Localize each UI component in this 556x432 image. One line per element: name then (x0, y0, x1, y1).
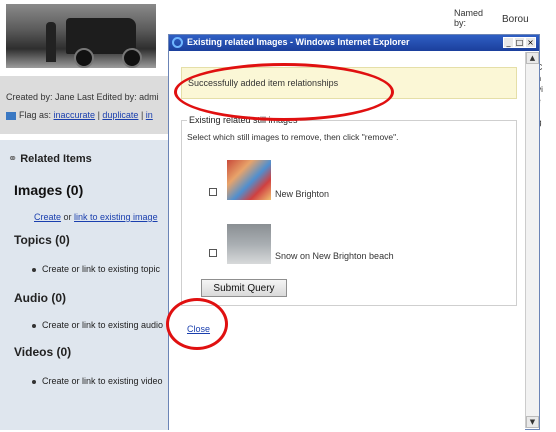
flag-inappropriate-link[interactable]: in (146, 110, 153, 120)
image-label-snow-beach: Snow on New Brighton beach (275, 251, 394, 261)
thumbnail-snow-beach[interactable] (227, 224, 271, 264)
annotation-circle-success (174, 63, 394, 121)
flag-inaccurate-link[interactable]: inaccurate (54, 110, 96, 120)
truck-photo (6, 4, 156, 68)
videos-list-item[interactable]: Create or link to existing video (32, 376, 163, 386)
videos-item-text: Create or link to existing video (42, 376, 163, 386)
named-label-line1: Named (454, 8, 484, 18)
bullet (32, 379, 36, 384)
remove-checkbox-snow-beach[interactable] (209, 249, 217, 257)
bullet (32, 267, 36, 272)
named-label-line2: by: (454, 18, 467, 28)
flag-icon (6, 111, 16, 120)
audio-list-item[interactable]: Create or link to existing audio (32, 320, 163, 330)
created-by-text: Created by: Jane Last Edited by: admi (6, 92, 159, 102)
flag-duplicate-link[interactable]: duplicate (102, 110, 138, 120)
photo-person-figure (46, 22, 56, 62)
close-window-button[interactable]: × (525, 37, 536, 48)
minimize-button[interactable]: _ (503, 37, 514, 48)
topics-heading: Topics (0) (14, 233, 70, 247)
images-heading: Images (0) (14, 182, 84, 198)
audio-item-text: Create or link to existing audio (42, 320, 164, 330)
annotation-circle-close (166, 298, 228, 350)
scroll-up-arrow-icon[interactable]: ▲ (526, 52, 539, 64)
photo-truck-figure (66, 18, 136, 54)
remove-checkbox-new-brighton[interactable] (209, 188, 217, 196)
photo-wheel-rear (122, 48, 142, 68)
topics-list-item[interactable]: Create or link to existing topic (32, 264, 160, 274)
create-image-link[interactable]: Create (34, 212, 61, 222)
related-items-heading: ⚭ Related Items (8, 152, 92, 165)
or-text: or (61, 212, 75, 222)
flag-prefix: Flag as: (19, 110, 52, 120)
vertical-scrollbar[interactable]: ▲ ▼ (525, 52, 539, 428)
item-meta-panel (0, 76, 168, 134)
internet-explorer-icon (172, 37, 183, 48)
submit-query-button[interactable]: Submit Query (201, 279, 287, 297)
scroll-down-arrow-icon[interactable]: ▼ (526, 416, 539, 428)
photo-wheel-front (74, 48, 94, 68)
window-title: Existing related Images - Windows Intern… (187, 37, 410, 47)
images-links: Create or link to existing image (34, 212, 158, 222)
flag-row: Flag as: inaccurate | duplicate | in (6, 110, 153, 120)
named-by-label: Named by: (454, 8, 483, 28)
thumbnail-new-brighton[interactable] (227, 160, 271, 200)
instruction-text: Select which still images to remove, the… (187, 132, 399, 142)
window-titlebar[interactable]: Existing related Images - Windows Intern… (169, 35, 539, 51)
maximize-button[interactable]: □ (514, 37, 525, 48)
chain-link-icon: ⚭ (8, 153, 18, 165)
bullet (32, 323, 36, 328)
audio-heading: Audio (0) (14, 291, 66, 305)
videos-heading: Videos (0) (14, 345, 72, 359)
link-existing-image-link[interactable]: link to existing image (74, 212, 158, 222)
related-items-title: Related Items (20, 153, 92, 165)
topics-item-text: Create or link to existing topic (42, 264, 161, 274)
borough-text: Borou (502, 14, 529, 25)
image-label-new-brighton: New Brighton (275, 189, 330, 199)
